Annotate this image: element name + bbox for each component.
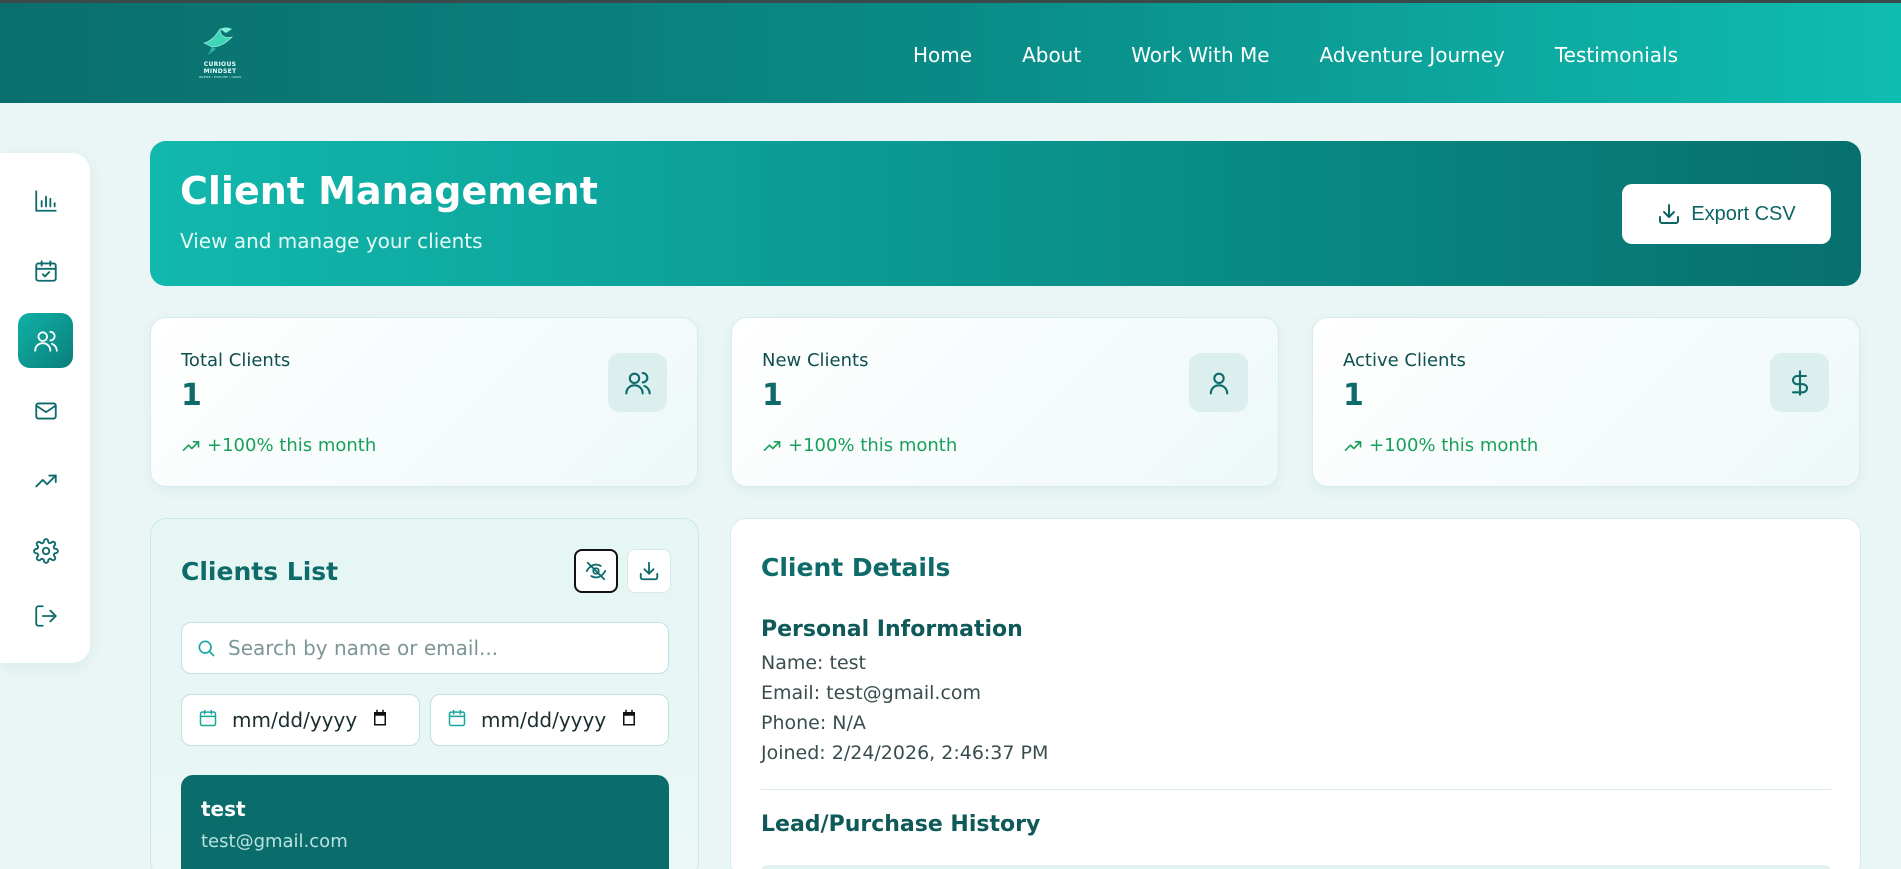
date-to-value: mm/dd/yyyy <box>481 708 607 732</box>
users-icon <box>33 330 58 352</box>
date-picker-icon <box>374 709 387 726</box>
trending-up-icon <box>34 474 57 487</box>
sidebar-item-settings[interactable] <box>18 523 73 578</box>
export-csv-label: Export CSV <box>1691 202 1796 225</box>
main-nav: Home About Work With Me Adventure Journe… <box>913 43 1728 67</box>
date-to-field[interactable]: mm/dd/yyyy <box>430 694 669 746</box>
client-email: test@gmail.com <box>201 831 348 852</box>
stat-value: 1 <box>762 378 783 413</box>
sidebar-item-messages[interactable] <box>18 383 73 438</box>
personal-info-heading: Personal Information <box>761 617 1023 642</box>
calendar-icon <box>199 709 217 727</box>
client-email-row: Email: test@gmail.com <box>761 682 982 704</box>
calendar-icon <box>448 709 466 727</box>
clients-list-panel: Clients List mm/dd/yyyy mm/dd/yyyy test … <box>150 518 699 869</box>
search-input[interactable] <box>228 636 648 660</box>
stat-trend-text: +100% this month <box>788 435 958 456</box>
stat-trend-text: +100% this month <box>207 435 377 456</box>
top-navbar: CURIOUS MINDSET INSPIRE • EXPLORE • GROW… <box>0 0 1901 103</box>
clients-list-title: Clients List <box>181 557 339 586</box>
client-joined-row: Joined: 2/24/2026, 2:46:37 PM <box>761 742 1049 764</box>
stat-value: 1 <box>181 378 202 413</box>
page-header-banner: Client Management View and manage your c… <box>150 141 1861 286</box>
search-icon <box>198 640 215 657</box>
stat-icon-badge <box>1189 353 1248 412</box>
sidebar-item-analytics[interactable] <box>18 173 73 228</box>
divider <box>761 789 1831 790</box>
users-icon <box>624 371 651 395</box>
calendar-check-icon <box>34 259 57 282</box>
client-name: test <box>201 797 246 821</box>
stat-trend: +100% this month <box>1343 435 1538 456</box>
hummingbird-logo-icon <box>203 27 233 55</box>
stat-label: Active Clients <box>1343 350 1466 371</box>
client-details-panel: Client Details Personal Information Name… <box>730 518 1861 869</box>
nav-link-work-with-me[interactable]: Work With Me <box>1131 43 1269 67</box>
eye-off-icon <box>585 561 607 581</box>
stat-label: Total Clients <box>181 350 291 371</box>
dollar-icon <box>1791 369 1808 396</box>
toggle-visibility-button[interactable] <box>574 549 618 593</box>
stat-card-total-clients: Total Clients 1 +100% this month <box>150 317 698 487</box>
nav-link-adventure-journey[interactable]: Adventure Journey <box>1320 43 1505 67</box>
stat-icon-badge <box>1770 353 1829 412</box>
download-icon <box>1659 204 1680 224</box>
client-phone-row: Phone: N/A <box>761 712 866 734</box>
stat-card-active-clients: Active Clients 1 +100% this month <box>1312 317 1860 487</box>
download-icon <box>639 561 659 581</box>
nav-link-testimonials[interactable]: Testimonials <box>1555 43 1678 67</box>
stat-trend: +100% this month <box>762 435 957 456</box>
client-list-item[interactable]: test test@gmail.com <box>181 775 669 869</box>
user-icon <box>1209 372 1228 395</box>
history-heading: Lead/Purchase History <box>761 812 1041 837</box>
stat-card-new-clients: New Clients 1 +100% this month <box>731 317 1279 487</box>
stat-value: 1 <box>1343 378 1364 413</box>
trending-up-icon <box>182 440 200 451</box>
mail-icon <box>34 401 57 420</box>
nav-link-home[interactable]: Home <box>913 43 972 67</box>
nav-link-about[interactable]: About <box>1022 43 1081 67</box>
trending-up-icon <box>763 440 781 451</box>
client-name-row: Name: test <box>761 652 866 674</box>
logo-tagline: INSPIRE • EXPLORE • GROW <box>198 75 242 79</box>
download-list-button[interactable] <box>627 549 671 593</box>
bar-chart-icon <box>34 189 57 212</box>
stat-label: New Clients <box>762 350 869 371</box>
trending-up-icon <box>1344 440 1362 451</box>
date-from-field[interactable]: mm/dd/yyyy <box>181 694 420 746</box>
logo-text: CURIOUS MINDSET <box>203 61 237 75</box>
side-rail <box>0 153 90 663</box>
sidebar-item-logout[interactable] <box>18 588 73 643</box>
page-title: Client Management <box>180 169 598 213</box>
logout-icon <box>34 604 57 627</box>
gear-icon <box>32 537 59 564</box>
brand-logo[interactable]: CURIOUS MINDSET INSPIRE • EXPLORE • GROW <box>196 25 244 85</box>
search-box <box>181 622 669 674</box>
client-details-title: Client Details <box>761 553 951 582</box>
sidebar-item-growth[interactable] <box>18 453 73 508</box>
sidebar-item-clients[interactable] <box>18 313 73 368</box>
stat-trend-text: +100% this month <box>1369 435 1539 456</box>
stat-trend: +100% this month <box>181 435 376 456</box>
page-subtitle: View and manage your clients <box>180 229 483 253</box>
history-table-header <box>761 865 1831 869</box>
stat-icon-badge <box>608 353 667 412</box>
export-csv-button[interactable]: Export CSV <box>1622 184 1831 244</box>
date-picker-icon <box>623 709 636 726</box>
date-from-value: mm/dd/yyyy <box>232 708 358 732</box>
sidebar-item-calendar[interactable] <box>18 243 73 298</box>
